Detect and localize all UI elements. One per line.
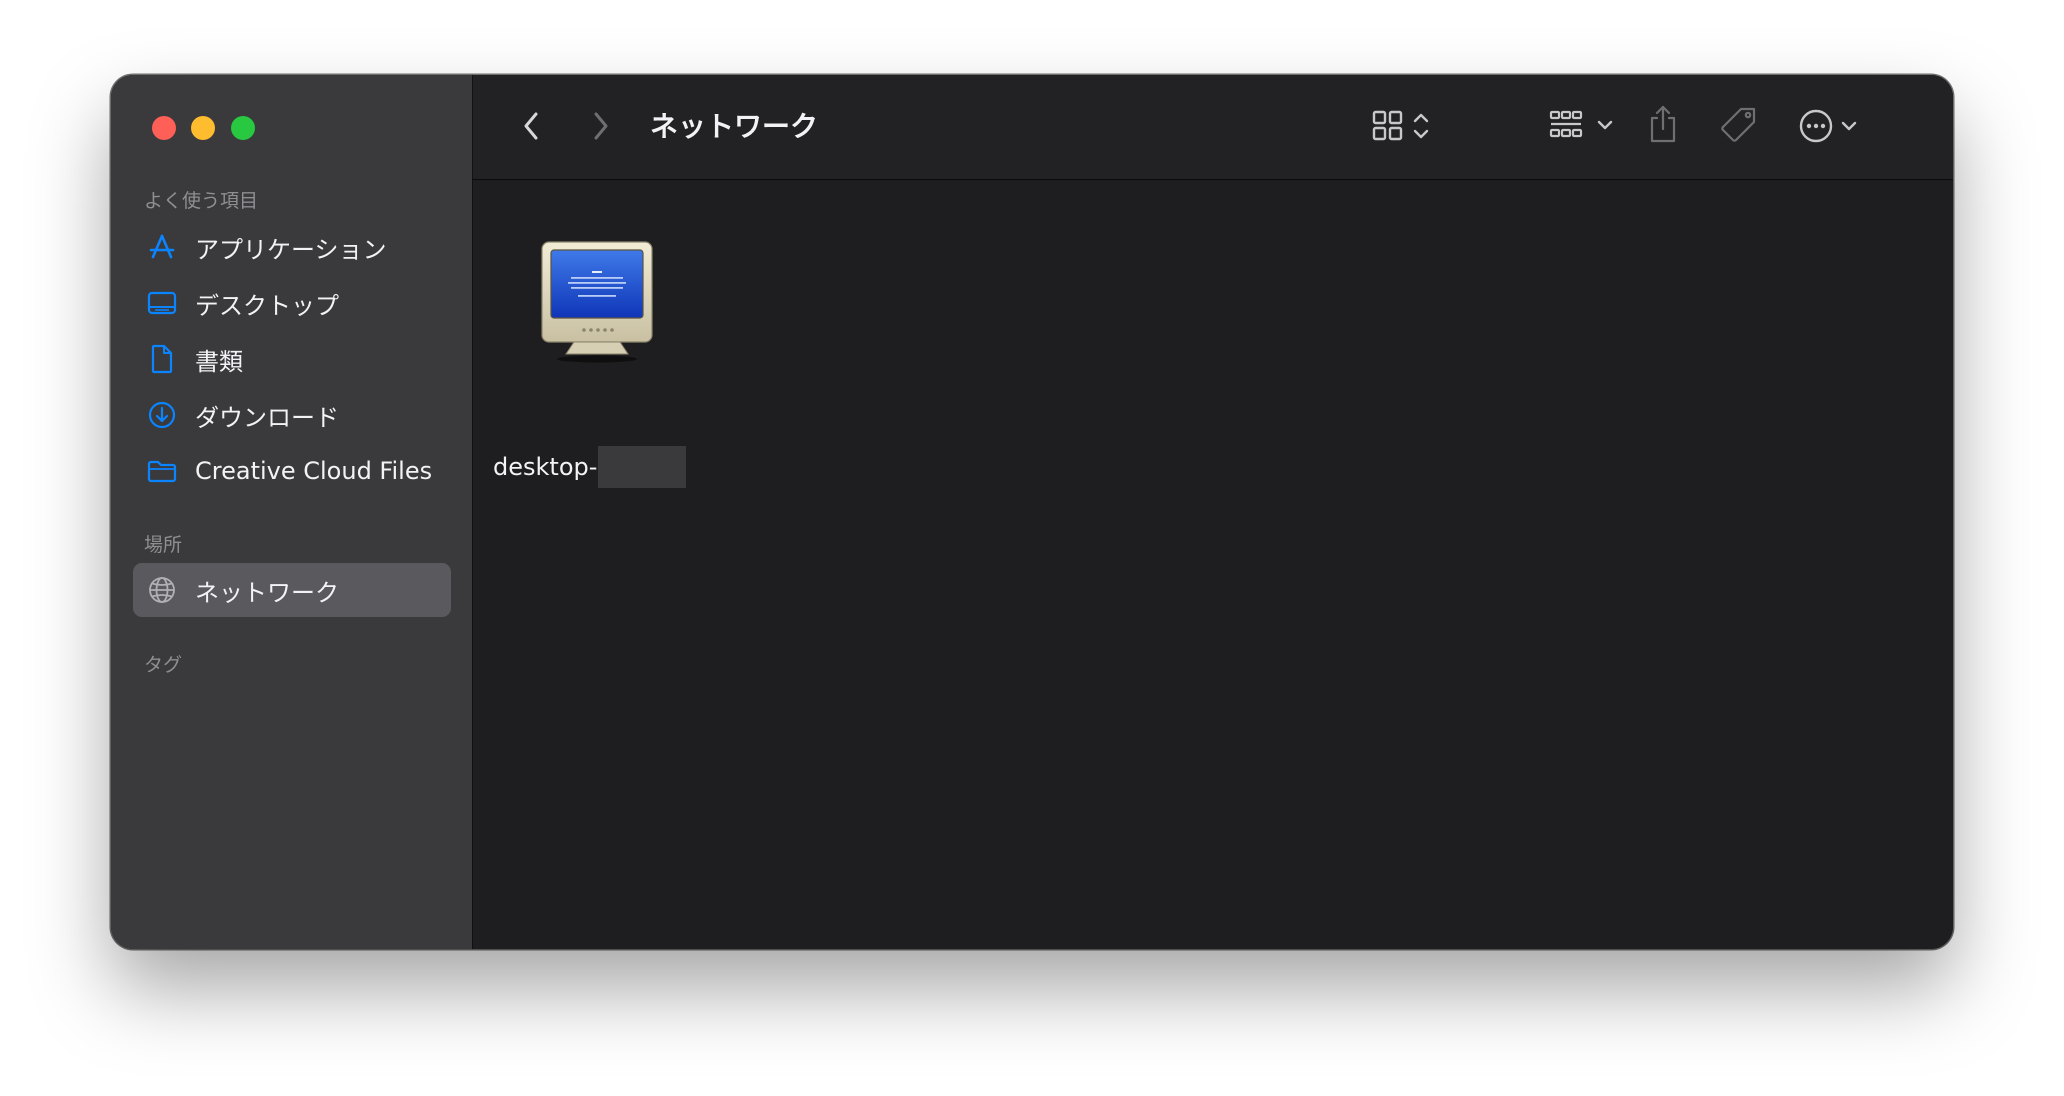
sidebar-item-desktop[interactable]: デスクトップ [133, 276, 451, 330]
group-grid-icon [1549, 110, 1583, 138]
ellipsis-circle-icon [1799, 109, 1833, 143]
zoom-button[interactable] [231, 116, 255, 140]
more-actions-button[interactable] [1797, 105, 1873, 147]
document-icon [147, 344, 177, 374]
share-button[interactable] [1643, 101, 1683, 147]
chevron-down-icon [1841, 121, 1857, 131]
chevron-down-icon [1597, 120, 1613, 130]
chevron-up-down-icon [1413, 113, 1429, 139]
computer-monitor-icon [538, 238, 656, 368]
chevron-left-icon [524, 112, 538, 140]
sidebar-item-label: ネットワーク [195, 578, 339, 607]
back-button[interactable] [513, 108, 549, 144]
grid-view-icon [1372, 110, 1403, 141]
locations-section-label: 場所 [144, 534, 183, 556]
view-mode-button[interactable] [1370, 105, 1450, 147]
redacted-name-block [598, 446, 687, 488]
sidebar-item-applications[interactable]: アプリケーション [133, 220, 451, 274]
tag-icon [1721, 107, 1756, 142]
window-title: ネットワーク [650, 110, 819, 143]
sidebar-item-creative-cloud-files[interactable]: Creative Cloud Files [133, 444, 451, 498]
forward-button[interactable] [583, 108, 619, 144]
toolbar: ネットワーク [473, 75, 1953, 180]
content-area: ネットワーク desktop- [473, 75, 1953, 949]
group-by-button[interactable] [1548, 105, 1628, 147]
sidebar-item-label: アプリケーション [195, 235, 387, 264]
minimize-button[interactable] [191, 116, 215, 140]
file-name: desktop- [493, 446, 687, 488]
download-icon [147, 400, 177, 430]
favorites-section-label: よく使う項目 [144, 190, 259, 212]
sidebar-item-network[interactable]: ネットワーク [133, 563, 451, 617]
network-globe-icon [147, 575, 177, 605]
sidebar-item-label: デスクトップ [195, 291, 339, 320]
tags-section-label: タグ [144, 654, 183, 676]
folder-icon [147, 456, 177, 486]
app-store-icon [147, 232, 177, 262]
chevron-right-icon [594, 112, 608, 140]
sidebar: よく使う項目 アプリケーション デスクトップ 書類 ダウンロード Creativ… [111, 75, 473, 949]
finder-window: よく使う項目 アプリケーション デスクトップ 書類 ダウンロード Creativ… [111, 75, 1953, 949]
sidebar-item-label: ダウンロード [195, 403, 339, 432]
tag-button[interactable] [1717, 103, 1761, 147]
close-button[interactable] [152, 116, 176, 140]
sidebar-item-downloads[interactable]: ダウンロード [133, 388, 451, 442]
sidebar-item-label: 書類 [195, 347, 243, 376]
file-item[interactable]: desktop- [493, 230, 687, 488]
share-icon [1650, 105, 1676, 143]
file-name-text: desktop- [493, 453, 598, 481]
sidebar-item-label: Creative Cloud Files [195, 457, 433, 485]
desktop-icon [147, 288, 177, 318]
sidebar-item-documents[interactable]: 書類 [133, 332, 451, 386]
